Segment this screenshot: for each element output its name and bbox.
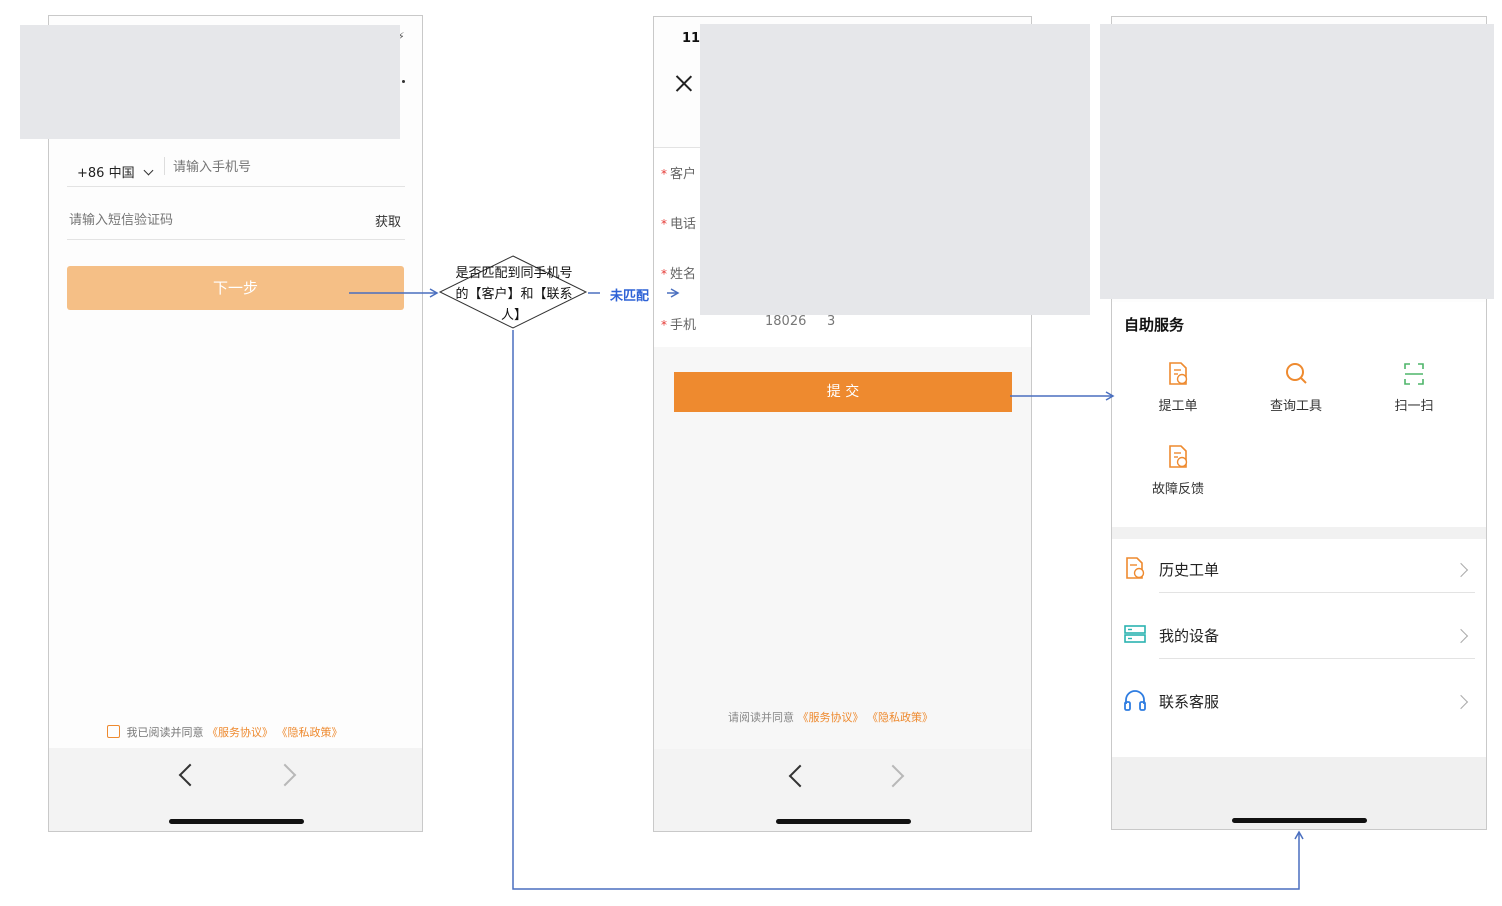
flow-connectors [349, 288, 1304, 890]
connector-matched-to-service [512, 330, 1304, 890]
